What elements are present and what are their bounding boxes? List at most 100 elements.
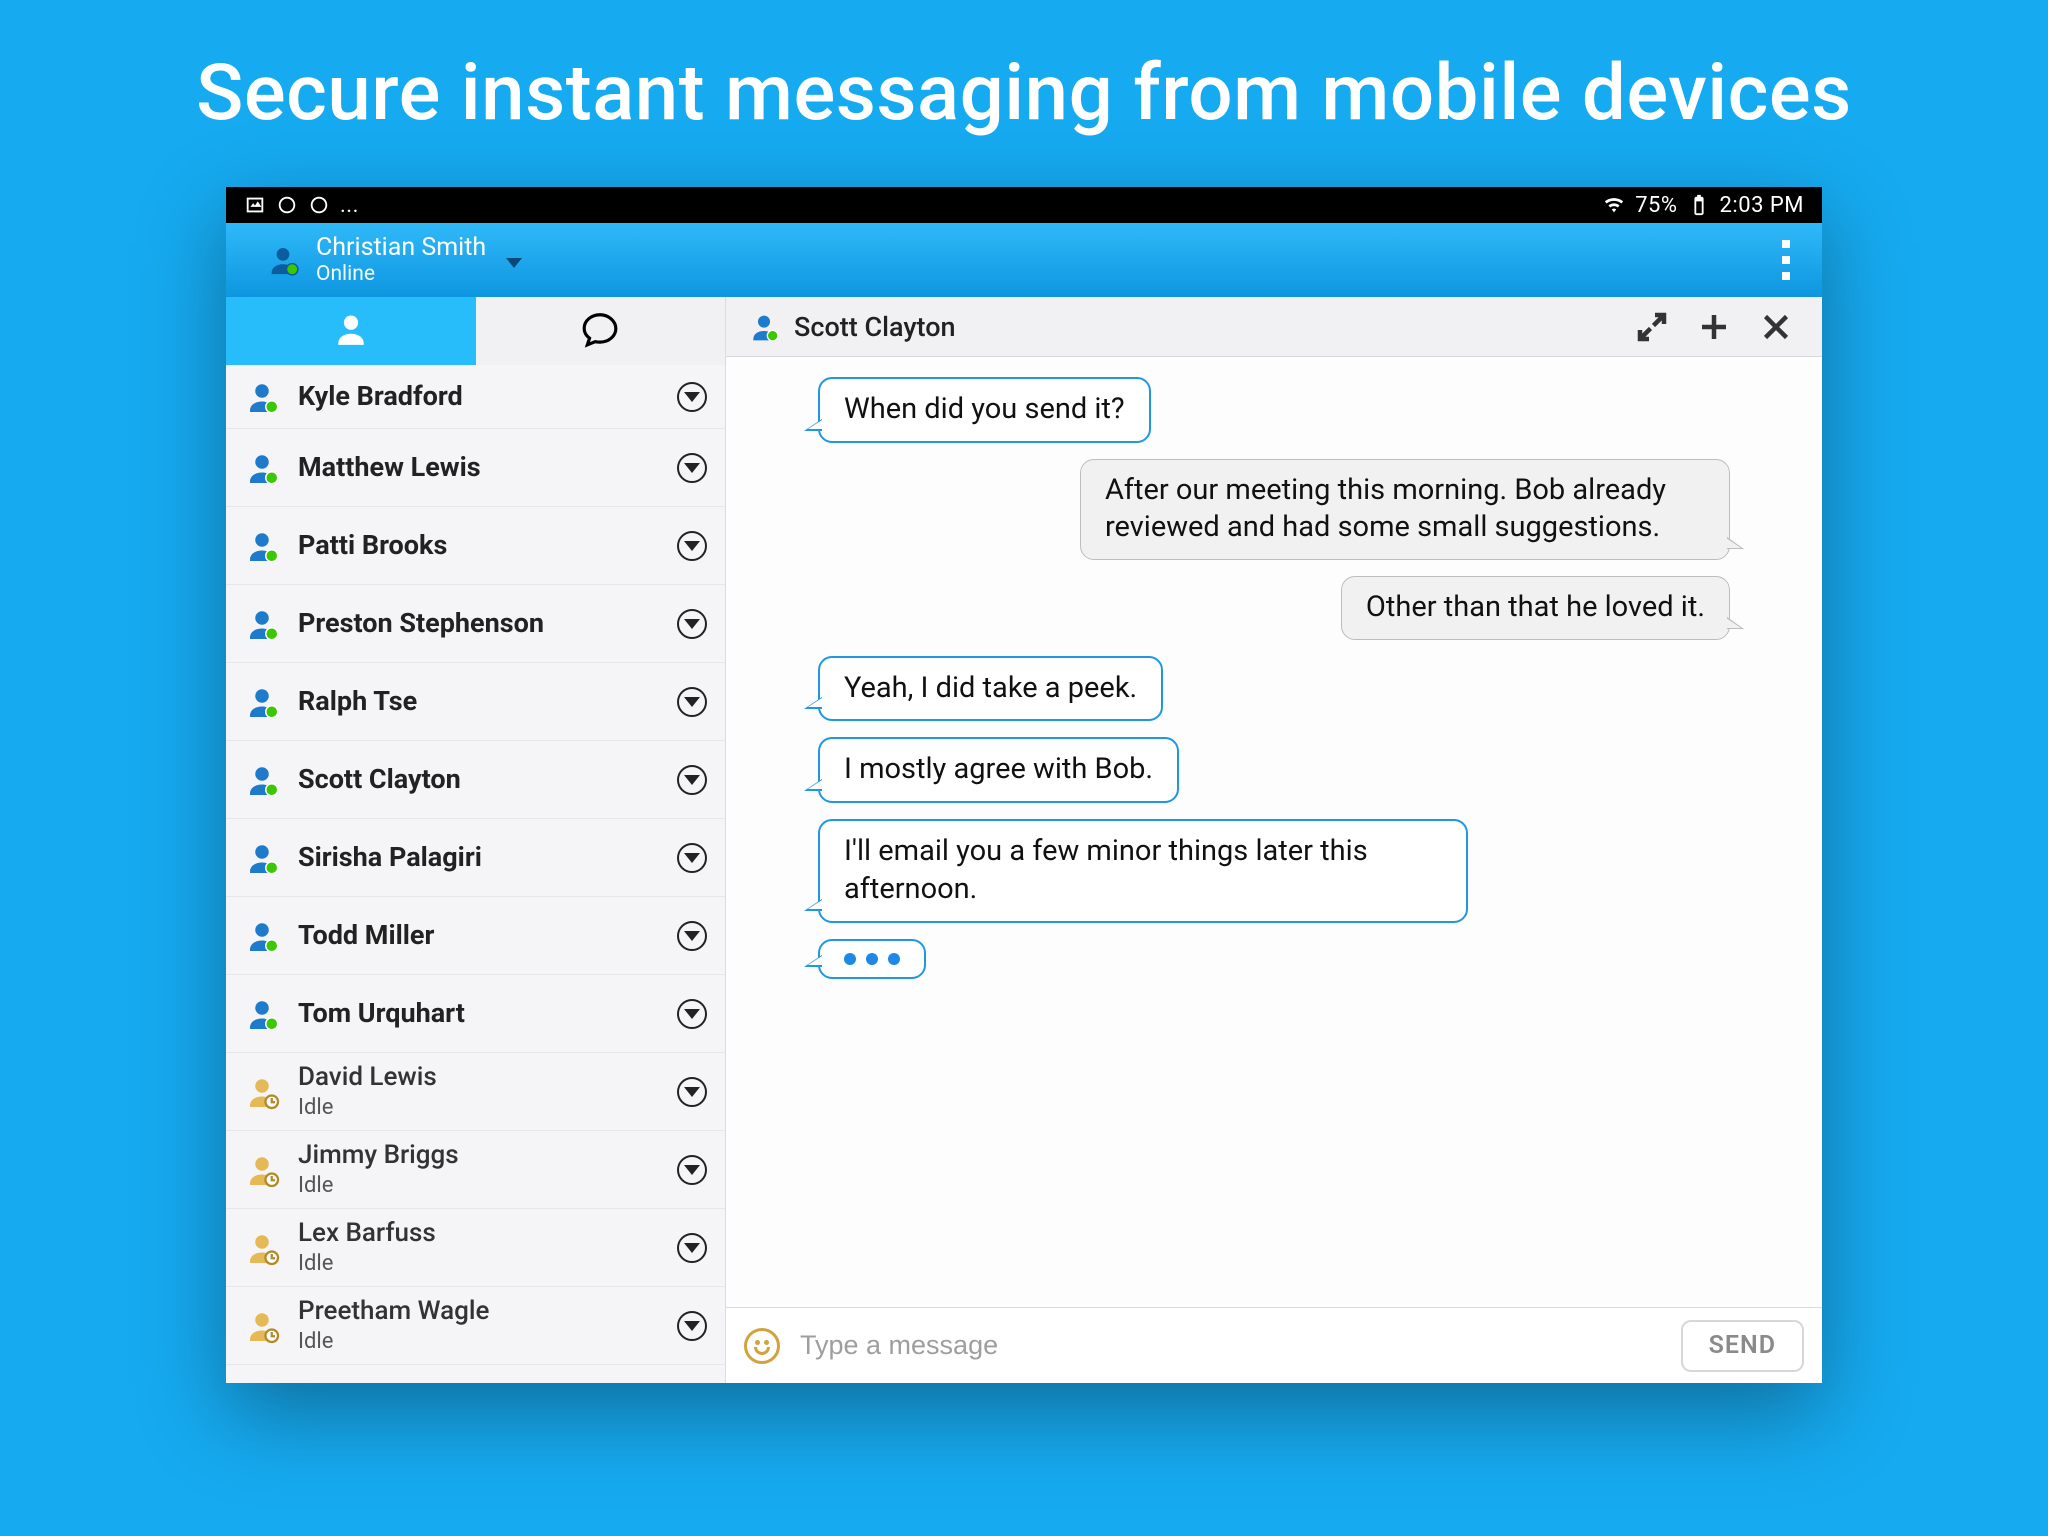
contact-row[interactable]: Tom Urquhart bbox=[226, 975, 725, 1053]
contact-name: Patti Brooks bbox=[298, 530, 677, 561]
person-idle-icon bbox=[244, 1152, 280, 1188]
battery-icon bbox=[1688, 194, 1710, 216]
person-online-icon bbox=[244, 996, 280, 1032]
contact-name: Lex Barfuss bbox=[298, 1219, 677, 1249]
sync2-icon bbox=[308, 194, 330, 216]
wifi-icon bbox=[1603, 194, 1625, 216]
contact-name: Matthew Lewis bbox=[298, 452, 677, 483]
contact-row[interactable]: Jimmy BriggsIdle bbox=[226, 1131, 725, 1209]
chat-avatar-icon bbox=[748, 311, 780, 343]
contact-row[interactable]: Sirisha Palagiri bbox=[226, 819, 725, 897]
contact-status: Idle bbox=[298, 1095, 677, 1120]
person-online-icon bbox=[244, 606, 280, 642]
send-button[interactable]: SEND bbox=[1681, 1320, 1804, 1372]
contact-menu-button[interactable] bbox=[677, 999, 707, 1029]
composer: SEND bbox=[726, 1307, 1822, 1383]
contact-menu-button[interactable] bbox=[677, 531, 707, 561]
expand-button[interactable] bbox=[1628, 303, 1676, 351]
contact-row[interactable]: Preston Stephenson bbox=[226, 585, 725, 663]
typing-dots-icon bbox=[844, 953, 900, 965]
overflow-menu-button[interactable] bbox=[1780, 240, 1792, 280]
message-incoming: I'll email you a few minor things later … bbox=[818, 819, 1468, 922]
message-outgoing: After our meeting this morning. Bob alre… bbox=[1080, 459, 1730, 560]
contact-row[interactable]: Kyle Bradford bbox=[226, 365, 725, 429]
status-bar: ... 75% 2:03 PM bbox=[226, 187, 1822, 223]
message-row: Other than that he loved it. bbox=[758, 576, 1790, 640]
contacts-icon bbox=[332, 310, 370, 352]
contact-status: Idle bbox=[298, 1251, 677, 1276]
current-user-status: Online bbox=[316, 262, 486, 286]
page-title: Secure instant messaging from mobile dev… bbox=[0, 48, 2048, 139]
contact-name: Ralph Tse bbox=[298, 686, 677, 717]
contact-menu-button[interactable] bbox=[677, 1311, 707, 1341]
current-user-dropdown[interactable]: Christian Smith Online bbox=[316, 234, 486, 287]
contact-name: Preetham Wagle bbox=[298, 1297, 677, 1327]
message-row: Yeah, I did take a peek. bbox=[758, 656, 1790, 722]
person-online-icon bbox=[244, 918, 280, 954]
contact-name: Scott Clayton bbox=[298, 764, 677, 795]
contact-status: Idle bbox=[298, 1329, 677, 1354]
contact-row[interactable]: Matthew Lewis bbox=[226, 429, 725, 507]
chevron-down-icon bbox=[506, 258, 522, 268]
contact-name: Preston Stephenson bbox=[298, 608, 677, 639]
message-row: I'll email you a few minor things later … bbox=[758, 819, 1790, 922]
status-more: ... bbox=[340, 193, 359, 218]
contact-name: Tom Urquhart bbox=[298, 998, 677, 1029]
person-idle-icon bbox=[244, 1074, 280, 1110]
tab-contacts[interactable] bbox=[226, 297, 476, 365]
message-row: When did you send it? bbox=[758, 377, 1790, 443]
person-online-icon bbox=[244, 450, 280, 486]
current-user-name: Christian Smith bbox=[316, 234, 486, 263]
contact-name: Kyle Bradford bbox=[298, 381, 677, 412]
app-header: Christian Smith Online bbox=[226, 223, 1822, 297]
contact-menu-button[interactable] bbox=[677, 687, 707, 717]
person-online-icon bbox=[244, 684, 280, 720]
contact-name: David Lewis bbox=[298, 1063, 677, 1093]
contact-row[interactable]: Patti Brooks bbox=[226, 507, 725, 585]
tab-chats[interactable] bbox=[476, 297, 726, 365]
contact-name: Todd Miller bbox=[298, 920, 677, 951]
contact-row[interactable]: Scott Clayton bbox=[226, 741, 725, 819]
sync1-icon bbox=[276, 194, 298, 216]
contact-row[interactable]: David LewisIdle bbox=[226, 1053, 725, 1131]
chat-header: Scott Clayton bbox=[726, 297, 1822, 357]
contact-menu-button[interactable] bbox=[677, 1077, 707, 1107]
emoji-button[interactable] bbox=[744, 1328, 780, 1364]
contact-menu-button[interactable] bbox=[677, 1155, 707, 1185]
person-online-icon bbox=[244, 528, 280, 564]
chat-icon bbox=[581, 310, 619, 352]
contact-name: Sirisha Palagiri bbox=[298, 842, 677, 873]
contact-status: Idle bbox=[298, 1173, 677, 1198]
contact-menu-button[interactable] bbox=[677, 609, 707, 639]
contact-menu-button[interactable] bbox=[677, 1233, 707, 1263]
sidebar-tabs bbox=[226, 297, 725, 365]
contact-row[interactable]: Preetham WagleIdle bbox=[226, 1287, 725, 1365]
message-input[interactable] bbox=[798, 1329, 1663, 1362]
person-idle-icon bbox=[244, 1230, 280, 1266]
person-idle-icon bbox=[244, 1308, 280, 1344]
contact-menu-button[interactable] bbox=[677, 921, 707, 951]
contact-menu-button[interactable] bbox=[677, 453, 707, 483]
close-button[interactable] bbox=[1752, 303, 1800, 351]
message-incoming: I mostly agree with Bob. bbox=[818, 737, 1179, 803]
contact-row[interactable]: Lex BarfussIdle bbox=[226, 1209, 725, 1287]
battery-pct: 75% bbox=[1635, 193, 1677, 218]
contact-menu-button[interactable] bbox=[677, 765, 707, 795]
person-online-icon bbox=[244, 840, 280, 876]
contact-row[interactable]: Todd Miller bbox=[226, 897, 725, 975]
contact-menu-button[interactable] bbox=[677, 382, 707, 412]
chat-title: Scott Clayton bbox=[794, 311, 956, 343]
message-incoming: When did you send it? bbox=[818, 377, 1151, 443]
message-row: I mostly agree with Bob. bbox=[758, 737, 1790, 803]
person-online-icon bbox=[244, 379, 280, 415]
picture-icon bbox=[244, 194, 266, 216]
contact-row[interactable]: Ralph Tse bbox=[226, 663, 725, 741]
device-frame: ... 75% 2:03 PM Christian Smith Online bbox=[226, 187, 1822, 1383]
add-button[interactable] bbox=[1690, 303, 1738, 351]
contact-menu-button[interactable] bbox=[677, 843, 707, 873]
typing-row bbox=[758, 939, 1790, 979]
chat-pane: Scott Clayton When did you send it? After… bbox=[726, 297, 1822, 1383]
message-incoming: Yeah, I did take a peek. bbox=[818, 656, 1163, 722]
current-user-avatar-icon bbox=[266, 243, 300, 277]
person-online-icon bbox=[244, 762, 280, 798]
